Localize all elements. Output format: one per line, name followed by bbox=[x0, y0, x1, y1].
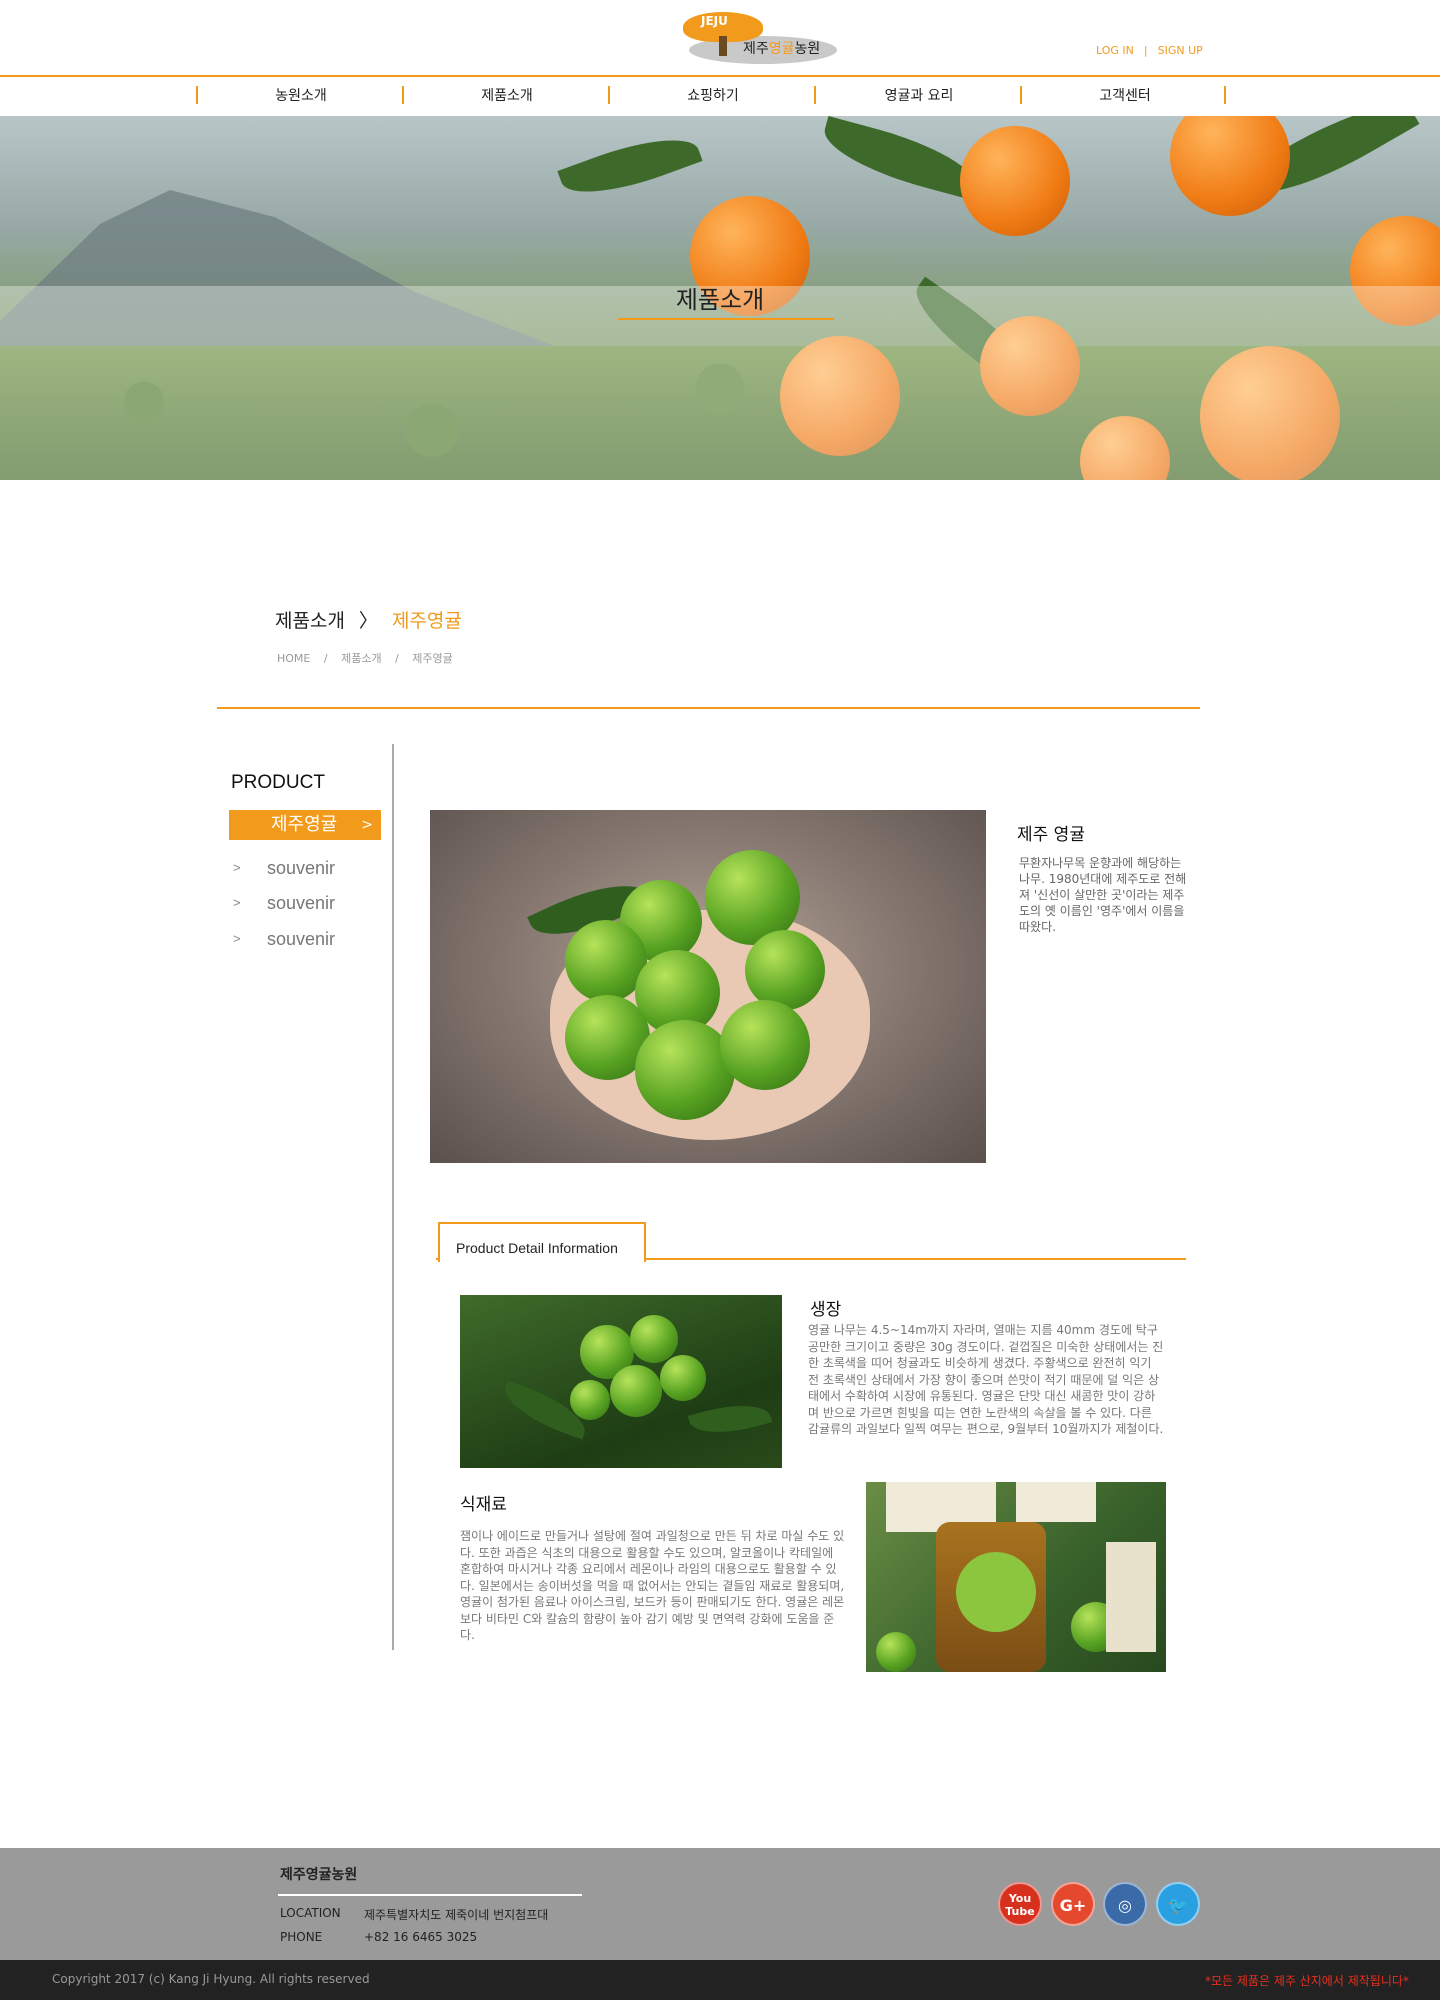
main-nav: 농원소개 제품소개 쇼핑하기 영귤과 요리 고객센터 bbox=[196, 85, 1226, 107]
tab-underline bbox=[646, 1258, 1186, 1260]
sidebar-divider bbox=[392, 744, 394, 1650]
lime-fruit bbox=[630, 1315, 678, 1363]
breadcrumb-separator: / bbox=[323, 652, 328, 665]
ingredient-title: 식재료 bbox=[460, 1495, 507, 1515]
sidebar-item-label: souvenir bbox=[267, 929, 336, 949]
nav-item-farm[interactable]: 농원소개 bbox=[198, 85, 404, 107]
orange-fruit bbox=[960, 126, 1070, 236]
footer-farm-name: 제주영귤농원 bbox=[280, 1867, 358, 1883]
section-divider bbox=[217, 707, 1200, 709]
sidebar-item-souvenir[interactable]: > souvenir bbox=[229, 889, 379, 917]
nav-item-products[interactable]: 제품소개 bbox=[404, 85, 610, 107]
lime-fruit bbox=[720, 1000, 810, 1090]
leaf-shape bbox=[817, 116, 983, 200]
logo-suffix: 농원 bbox=[794, 41, 821, 57]
logo-trunk bbox=[719, 36, 727, 56]
lime-fruit bbox=[570, 1380, 610, 1420]
sidebar-title: PRODUCT bbox=[231, 772, 325, 793]
logo-prefix: 제주 bbox=[743, 41, 769, 57]
ingredient-text: 잼이나 에이드로 만들거나 설탕에 절여 과일청으로 만든 뒤 차로 마실 수도… bbox=[460, 1529, 845, 1642]
orange-fruit bbox=[1170, 116, 1290, 216]
banner-title-underline bbox=[618, 318, 834, 320]
growth-text: 영귤 나무는 4.5~14m까지 자라며, 열매는 지름 40mm 경도에 탁구… bbox=[808, 1323, 1164, 1436]
auth-separator: | bbox=[1143, 44, 1148, 57]
heading-arrow: 〉 bbox=[358, 610, 378, 632]
nav-item-shopping[interactable]: 쇼핑하기 bbox=[610, 85, 816, 107]
footer-location-label: LOCATION bbox=[280, 1906, 341, 1920]
sidebar-item-souvenir[interactable]: > souvenir bbox=[229, 854, 379, 882]
sidebar-item-souvenir[interactable]: > souvenir bbox=[229, 925, 379, 953]
logo-badge: JEJU bbox=[701, 14, 728, 28]
leaf-shape bbox=[557, 123, 703, 209]
youtube-icon-bottom: Tube bbox=[1005, 1905, 1035, 1918]
googleplus-icon[interactable]: G+ bbox=[1051, 1882, 1095, 1926]
page-heading: 제품소개 〉 제주영귤 bbox=[275, 606, 462, 633]
site-header: JEJU 제주영귤농원 LOG IN | SIGN UP bbox=[0, 0, 1440, 77]
sidebar-item-label: 제주영귤 bbox=[271, 814, 338, 835]
jar-label bbox=[956, 1552, 1036, 1632]
production-notice: *모든 제품은 제주 산지에서 제작됩니다* bbox=[1205, 1974, 1409, 1988]
copyright-bar: Copyright 2017 (c) Kang Ji Hyung. All ri… bbox=[0, 1960, 1440, 2000]
lime-fruit bbox=[876, 1632, 916, 1672]
chevron-right-icon: > bbox=[233, 931, 241, 946]
logo-highlight: 영귤 bbox=[768, 41, 795, 57]
breadcrumb: HOME / 제품소개 / 제주영귤 bbox=[277, 650, 463, 666]
youtube-icon[interactable]: You Tube bbox=[998, 1882, 1042, 1926]
breadcrumb-products[interactable]: 제품소개 bbox=[341, 652, 381, 665]
sidebar-item-label: souvenir bbox=[267, 893, 336, 913]
logo-text: 제주영귤농원 bbox=[743, 38, 820, 58]
lime-fruit bbox=[610, 1365, 662, 1417]
sidebar-item-label: souvenir bbox=[267, 858, 336, 878]
breadcrumb-home[interactable]: HOME bbox=[277, 652, 310, 665]
nav-divider bbox=[1224, 86, 1226, 104]
sidebar-item-active[interactable]: 제주영귤 > bbox=[229, 810, 381, 840]
site-logo[interactable]: JEJU 제주영귤농원 bbox=[683, 6, 837, 64]
product-description: 무환자나무목 운향과에 해당하는 나무. 1980년대에 제주도로 전해져 '신… bbox=[1019, 856, 1187, 934]
youtube-icon-top: You bbox=[1008, 1892, 1032, 1905]
ingredient-photo bbox=[866, 1482, 1166, 1672]
login-link[interactable]: LOG IN bbox=[1096, 44, 1134, 57]
growth-title: 생장 bbox=[810, 1300, 842, 1320]
lime-fruit bbox=[660, 1355, 706, 1401]
nav-item-recipes[interactable]: 영귤과 요리 bbox=[816, 85, 1022, 107]
chevron-right-icon: > bbox=[233, 860, 241, 875]
banner-overlay bbox=[0, 286, 1440, 480]
banner-title: 제품소개 bbox=[675, 286, 765, 314]
product-title: 제주 영귤 bbox=[1017, 825, 1085, 845]
heading-section: 제품소개 bbox=[275, 610, 345, 632]
growth-photo bbox=[460, 1295, 782, 1468]
lime-fruit bbox=[745, 930, 825, 1010]
signup-link[interactable]: SIGN UP bbox=[1158, 44, 1203, 57]
footer-divider bbox=[278, 1894, 582, 1896]
copyright-text: Copyright 2017 (c) Kang Ji Hyung. All ri… bbox=[52, 1972, 370, 1986]
product-bottle bbox=[1106, 1542, 1156, 1652]
product-box bbox=[1016, 1482, 1096, 1522]
footer-location-value: 제주특별자치도 제죽이네 번지첨프대 bbox=[364, 1908, 549, 1922]
hero-banner: 제품소개 bbox=[0, 116, 1440, 480]
chevron-right-icon: > bbox=[361, 817, 373, 833]
breadcrumb-current: 제주영귤 bbox=[412, 652, 453, 665]
footer-phone-value: +82 16 6465 3025 bbox=[364, 1930, 478, 1944]
breadcrumb-separator: / bbox=[395, 652, 399, 665]
nav-item-support[interactable]: 고객센터 bbox=[1022, 85, 1228, 107]
product-photo bbox=[430, 810, 986, 1163]
twitter-icon[interactable]: 🐦 bbox=[1156, 1882, 1200, 1926]
leaf-shape bbox=[687, 1395, 773, 1443]
auth-links: LOG IN | SIGN UP bbox=[1096, 44, 1203, 57]
footer-phone-label: PHONE bbox=[280, 1930, 323, 1944]
instagram-icon[interactable]: ◎ bbox=[1103, 1882, 1147, 1926]
site-footer: 제주영귤농원 LOCATION 제주특별자치도 제죽이네 번지첨프대 PHONE… bbox=[0, 1848, 1440, 1960]
header-divider bbox=[0, 75, 1440, 77]
detail-tab-label: Product Detail Information bbox=[456, 1240, 618, 1256]
heading-current: 제주영귤 bbox=[391, 610, 462, 632]
chevron-right-icon: > bbox=[233, 895, 241, 910]
